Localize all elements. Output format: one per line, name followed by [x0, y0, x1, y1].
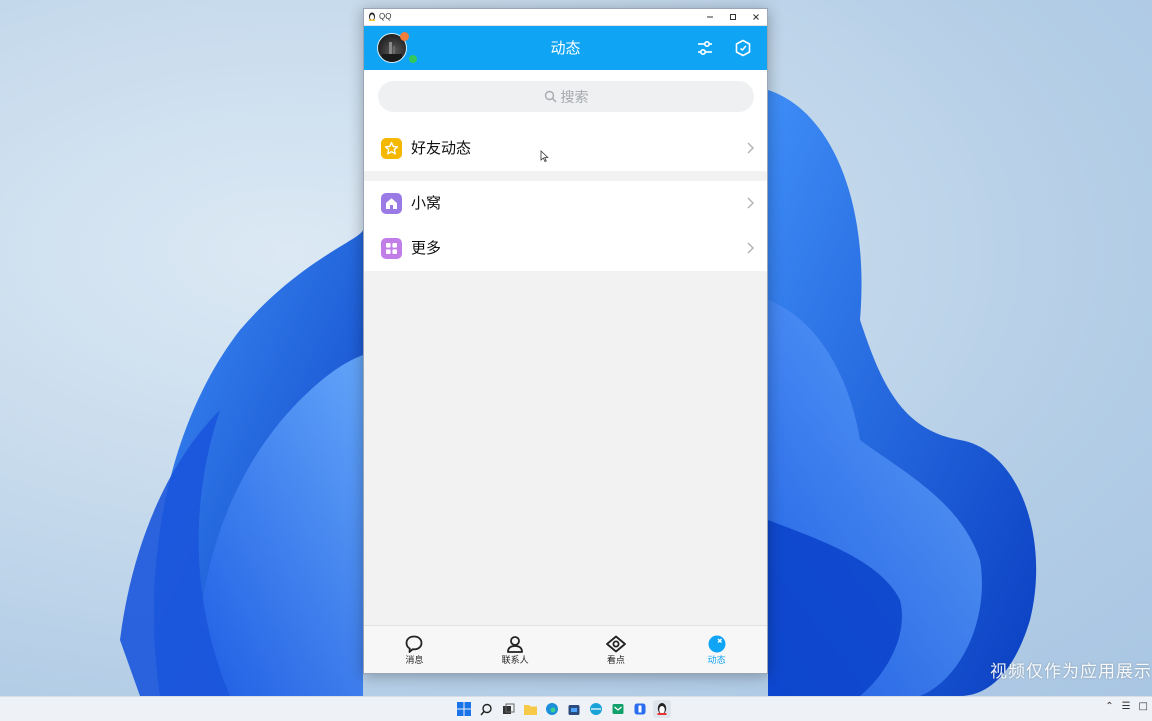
search-placeholder: 搜索 [560, 89, 589, 106]
minimize-icon [706, 16, 713, 18]
folder-icon [523, 704, 537, 715]
tab-contacts[interactable]: 联系人 [465, 626, 566, 673]
empty-content-area [364, 277, 767, 626]
edge-browser-button[interactable] [543, 700, 561, 718]
edge-icon [546, 703, 558, 715]
chevron-right-icon [747, 242, 755, 254]
shield-icon [735, 39, 751, 57]
maximize-button[interactable] [721, 9, 744, 25]
chevron-up-icon[interactable]: ⌃ [1105, 701, 1113, 712]
menu-label-nest: 小窝 [411, 194, 442, 212]
tab-highlights[interactable]: 看点 [566, 626, 667, 673]
mail-app-button[interactable] [609, 700, 627, 718]
security-button[interactable] [733, 38, 753, 58]
chat-bubble-icon [403, 633, 425, 655]
security-app-icon [634, 703, 646, 715]
minimize-button[interactable] [698, 9, 721, 25]
menu-item-nest[interactable]: 小窝 [364, 181, 767, 226]
menu-label-friends-feed: 好友动态 [411, 139, 472, 157]
menu-item-more[interactable]: 更多 [364, 226, 767, 271]
chevron-right-icon [747, 142, 755, 154]
tab-feed[interactable]: 动态 [666, 626, 767, 673]
tab-label: 联系人 [501, 656, 529, 666]
windows-logo-icon [457, 702, 471, 716]
qq-penguin-icon [657, 703, 667, 715]
qq-taskbar-button[interactable] [653, 700, 671, 718]
taskbar-search-button[interactable] [477, 700, 495, 718]
close-button[interactable] [744, 9, 767, 25]
window-title: QQ [379, 12, 392, 21]
menu-label-more: 更多 [411, 239, 442, 257]
store-button[interactable] [565, 700, 583, 718]
window-titlebar[interactable]: QQ [364, 9, 767, 26]
bottom-navigation: 消息 联系人 看点 动态 [364, 625, 767, 673]
chevron-right-icon [747, 197, 755, 209]
security-app-button[interactable] [631, 700, 649, 718]
maximize-icon [729, 14, 736, 20]
start-button[interactable] [455, 700, 473, 718]
search-input[interactable]: 搜索 [378, 81, 754, 112]
menu-item-friends-feed[interactable]: 好友动态 [364, 126, 767, 171]
mail-icon [612, 704, 624, 714]
app-header: 动态 [364, 26, 767, 70]
window-controls [698, 9, 767, 25]
settings-sliders-icon [698, 40, 712, 56]
volume-icon[interactable]: □ [1139, 701, 1148, 712]
person-icon [504, 633, 526, 655]
house-icon [381, 193, 402, 214]
menu-group-secondary: 小窝 更多 [364, 181, 767, 271]
watermark-text: 视频仅作为应用展示 [990, 662, 1152, 682]
grid-icon [381, 238, 402, 259]
tab-label: 消息 [405, 656, 424, 666]
mouse-cursor-icon [540, 150, 549, 162]
taskbar-apps [455, 700, 671, 718]
network-icon[interactable]: ☰ [1122, 701, 1131, 712]
tab-messages[interactable]: 消息 [364, 626, 465, 673]
star-icon [381, 138, 402, 159]
filter-settings-button[interactable] [695, 38, 715, 58]
search-icon [544, 90, 556, 103]
system-tray: ⌃ ☰ □ [1105, 701, 1148, 712]
menu-group-primary: 好友动态 [364, 126, 767, 171]
task-view-icon [502, 703, 514, 714]
search-section: 搜索 [364, 70, 767, 126]
task-view-button[interactable] [499, 700, 517, 718]
globe-icon [590, 703, 602, 715]
file-explorer-button[interactable] [521, 700, 539, 718]
eye-icon [605, 633, 627, 655]
qq-window: QQ 动态 搜索 好友动态 小窝 更多 消息 联系人 看点 动态 [363, 8, 768, 674]
feed-icon [706, 633, 728, 655]
section-divider [364, 171, 767, 181]
store-icon [568, 705, 580, 715]
tab-label: 看点 [606, 656, 625, 666]
qq-penguin-icon [369, 12, 375, 21]
tab-label: 动态 [707, 656, 726, 666]
search-icon [479, 703, 492, 715]
browser-app-button[interactable] [587, 700, 605, 718]
taskbar: ⌃ ☰ □ [0, 696, 1152, 721]
close-icon [752, 14, 759, 20]
